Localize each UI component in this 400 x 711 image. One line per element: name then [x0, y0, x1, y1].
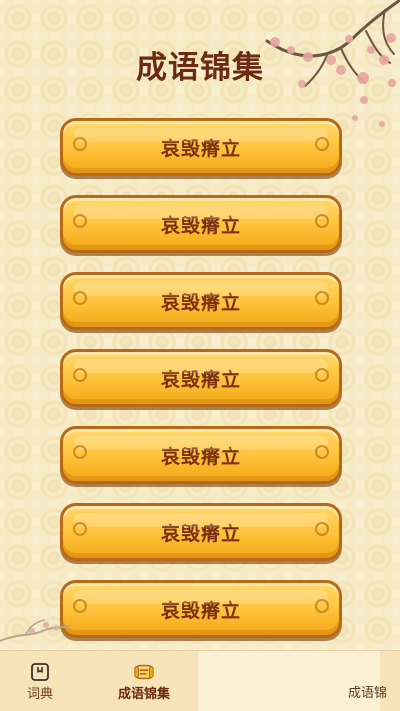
idiom-label: 哀毁瘠立 — [160, 291, 241, 314]
button-ornament-icon — [315, 522, 329, 536]
idiom-button-2[interactable]: 哀毁瘠立 — [60, 195, 342, 253]
scroll-icon — [133, 661, 155, 683]
page-title: 成语锦集 — [136, 50, 264, 86]
idiom-label: 哀毁瘠立 — [160, 445, 241, 468]
tab-dictionary[interactable]: 词典 — [0, 651, 80, 711]
button-ornament-icon — [315, 214, 329, 228]
button-ornament-icon — [73, 445, 87, 459]
idiom-button-4[interactable]: 哀毁瘠立 — [60, 349, 342, 407]
idiom-label: 哀毁瘠立 — [160, 522, 241, 545]
tab-label-dictionary: 词典 — [26, 687, 53, 702]
idiom-button-7[interactable]: 哀毁瘠立 — [60, 580, 342, 638]
idiom-label: 哀毁瘠立 — [160, 214, 241, 237]
button-ornament-icon — [73, 214, 87, 228]
app-screen: 成语锦集 哀毁瘠立 哀毁瘠立 哀毁瘠立 哀毁瘠立 哀毁瘠立 哀毁瘠立 哀毁瘠立 … — [0, 0, 400, 711]
idiom-button-6[interactable]: 哀毁瘠立 — [60, 503, 342, 561]
button-ornament-icon — [315, 368, 329, 382]
button-ornament-icon — [73, 522, 87, 536]
idiom-label: 哀毁瘠立 — [160, 368, 241, 391]
faded-tab-area — [198, 651, 380, 711]
tab-collection[interactable]: 成语锦集 — [104, 651, 184, 711]
button-ornament-icon — [315, 445, 329, 459]
button-ornament-icon — [73, 291, 87, 305]
button-ornament-icon — [73, 368, 87, 382]
button-ornament-icon — [73, 599, 87, 613]
tab-label-collection: 成语锦集 — [117, 687, 170, 702]
idiom-button-5[interactable]: 哀毁瘠立 — [60, 426, 342, 484]
idiom-list: 哀毁瘠立 哀毁瘠立 哀毁瘠立 哀毁瘠立 哀毁瘠立 哀毁瘠立 哀毁瘠立 — [60, 118, 342, 657]
bookmark-book-icon — [29, 661, 51, 683]
idiom-button-1[interactable]: 哀毁瘠立 — [60, 118, 342, 176]
button-ornament-icon — [315, 137, 329, 151]
idiom-label: 哀毁瘠立 — [160, 599, 241, 622]
button-ornament-icon — [73, 137, 87, 151]
tab-collection-faded-label: 成语锦 — [347, 686, 387, 701]
idiom-label: 哀毁瘠立 — [160, 137, 241, 160]
button-ornament-icon — [315, 291, 329, 305]
idiom-button-3[interactable]: 哀毁瘠立 — [60, 272, 342, 330]
button-ornament-icon — [315, 599, 329, 613]
